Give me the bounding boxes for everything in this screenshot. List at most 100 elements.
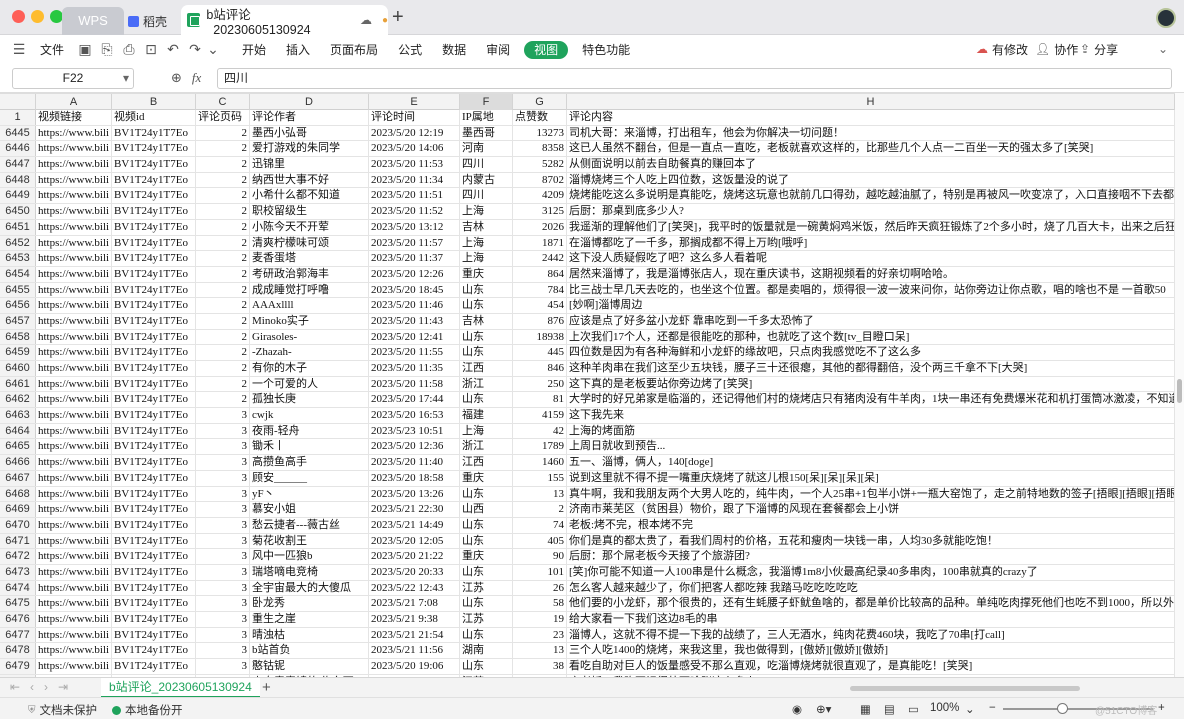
cell-f[interactable]: 上海 bbox=[460, 204, 513, 219]
row-number[interactable]: 6475 bbox=[0, 596, 36, 611]
cell-a[interactable]: https://www.bili bbox=[36, 659, 112, 674]
cell-b[interactable]: BV1T24y1T7Eo bbox=[112, 266, 196, 282]
row-number[interactable]: 6451 bbox=[0, 219, 36, 235]
zoom-out-button[interactable]: − bbox=[989, 702, 996, 714]
cell-b[interactable]: BV1T24y1T7Eo bbox=[112, 455, 196, 470]
cell-d[interactable]: 重生之崖 bbox=[250, 612, 369, 627]
cell-e[interactable]: 2023/5/20 21:22 bbox=[369, 549, 460, 564]
cell-g[interactable]: 846 bbox=[513, 361, 567, 376]
cell-a[interactable]: https://www.bili bbox=[36, 533, 112, 549]
row-number[interactable]: 6472 bbox=[0, 549, 36, 564]
cell-a[interactable]: https://www.bili bbox=[36, 361, 112, 376]
cell-d[interactable]: 考研政治郭海丰 bbox=[250, 266, 369, 282]
row-number[interactable]: 6473 bbox=[0, 564, 36, 580]
cell-d[interactable]: 愁云捷者---薇古丝 bbox=[250, 517, 369, 533]
cell-h[interactable]: 比三战士早几天去吃的，也坐这个位置。都是卖唱的，烦得很一波一波来问你，站你旁边让… bbox=[567, 282, 1175, 298]
row-number[interactable]: 6474 bbox=[0, 580, 36, 596]
formula-input[interactable]: 四川 bbox=[217, 68, 1172, 89]
cell-b[interactable]: BV1T24y1T7Eo bbox=[112, 423, 196, 439]
cell-b[interactable]: BV1T24y1T7Eo bbox=[112, 596, 196, 611]
cell-g[interactable]: 13 bbox=[513, 643, 567, 659]
cell-g[interactable]: 1871 bbox=[513, 235, 567, 251]
cell-b[interactable]: BV1T24y1T7Eo bbox=[112, 298, 196, 313]
cell-g[interactable]: 19 bbox=[513, 612, 567, 627]
cell-a[interactable]: https://www.bili bbox=[36, 219, 112, 235]
cell-h[interactable]: 他们要的小龙虾，那个很贵的，还有生蚝腰子虾鱿鱼啥的，都是单价比较高的品种。单纯吃… bbox=[567, 596, 1175, 611]
cell-f[interactable]: 浙江 bbox=[460, 439, 513, 455]
row-number[interactable]: 6445 bbox=[0, 125, 36, 141]
cell-a[interactable]: https://www.bili bbox=[36, 188, 112, 204]
row-number[interactable]: 6470 bbox=[0, 517, 36, 533]
column-header-d[interactable]: D bbox=[250, 94, 369, 110]
cell-h[interactable]: 后厨：那桌到底多少人? bbox=[567, 204, 1175, 219]
cell-d[interactable]: 小陈今天不开荤 bbox=[250, 219, 369, 235]
cell-g[interactable]: 42 bbox=[513, 423, 567, 439]
column-title-b[interactable]: 视频id bbox=[112, 110, 196, 125]
row-number[interactable]: 6468 bbox=[0, 486, 36, 502]
column-title-g[interactable]: 点赞数 bbox=[513, 110, 567, 125]
preview-icon[interactable]: ⊡ bbox=[140, 41, 162, 58]
cell-h[interactable]: 我遥渐的理解他们了[笑哭]，我平时的饭量就是一碗黄焖鸡米饭，然后昨天疯狂锻炼了2… bbox=[567, 219, 1175, 235]
cell-a[interactable]: https://www.bili bbox=[36, 517, 112, 533]
cell-d[interactable]: 纳西世大事不好 bbox=[250, 172, 369, 188]
cell-f[interactable]: 重庆 bbox=[460, 266, 513, 282]
cell-a[interactable]: https://www.bili bbox=[36, 204, 112, 219]
row-number[interactable]: 6464 bbox=[0, 423, 36, 439]
cell-g[interactable]: 8702 bbox=[513, 172, 567, 188]
column-title-e[interactable]: 评论时间 bbox=[369, 110, 460, 125]
tab-data[interactable]: 数据 bbox=[432, 41, 476, 58]
row-number[interactable]: 6461 bbox=[0, 376, 36, 392]
cell-h[interactable]: 这下真的是老板要站你旁边烤了[笑哭] bbox=[567, 376, 1175, 392]
cell-d[interactable]: 高攒鱼高手 bbox=[250, 455, 369, 470]
cell-h[interactable]: 三个人吃1400的烧烤，来我这里，我也做得到，[傲娇][傲娇][傲娇] bbox=[567, 643, 1175, 659]
cell-f[interactable]: 山东 bbox=[460, 596, 513, 611]
row-number[interactable]: 6454 bbox=[0, 266, 36, 282]
row-number[interactable]: 6450 bbox=[0, 204, 36, 219]
cell-f[interactable]: 山东 bbox=[460, 627, 513, 643]
cell-c[interactable]: 3 bbox=[196, 455, 250, 470]
cell-c[interactable]: 2 bbox=[196, 376, 250, 392]
cell-b[interactable]: BV1T24y1T7Eo bbox=[112, 486, 196, 502]
cell-g[interactable]: 13 bbox=[513, 486, 567, 502]
cell-d[interactable]: AAAxllll bbox=[250, 298, 369, 313]
zoom-slider-knob[interactable] bbox=[1057, 703, 1068, 714]
cell-g[interactable]: 864 bbox=[513, 266, 567, 282]
cell-d[interactable]: 墨西小弘哥 bbox=[250, 125, 369, 141]
eye-protect-button[interactable]: ◉ bbox=[792, 702, 802, 716]
row-number[interactable]: 6465 bbox=[0, 439, 36, 455]
cell-d[interactable]: 瑞塔嘀电竞椅 bbox=[250, 564, 369, 580]
cell-h[interactable]: 这已人虽然不翻台，但是一直点一直吃，老板就喜欢这样的，比那些几个人点一二百坐一天… bbox=[567, 141, 1175, 157]
tab-page-layout[interactable]: 页面布局 bbox=[320, 41, 388, 58]
cell-f[interactable]: 内蒙古 bbox=[460, 172, 513, 188]
cell-b[interactable]: BV1T24y1T7Eo bbox=[112, 329, 196, 345]
page-view-button[interactable]: ▤ bbox=[884, 702, 895, 716]
cell-b[interactable]: BV1T24y1T7Eo bbox=[112, 502, 196, 517]
normal-view-button[interactable]: ▦ bbox=[860, 702, 871, 716]
cell-h[interactable]: 你们是真的都太贵了，看我们周村的价格，五花和瘦肉一块钱一串，人均30多就能吃饱！ bbox=[567, 533, 1175, 549]
minimize-window-button[interactable] bbox=[31, 10, 44, 23]
cell-c[interactable]: 2 bbox=[196, 298, 250, 313]
cell-e[interactable]: 2023/5/20 12:05 bbox=[369, 533, 460, 549]
cell-h[interactable]: 司机大哥：来淄博，打出租车，他会为你解决一切问题！ bbox=[567, 125, 1175, 141]
cell-a[interactable]: https://www.bili bbox=[36, 612, 112, 627]
collaborate-button[interactable]: 👤︎ 协作 bbox=[1035, 35, 1078, 63]
cell-a[interactable]: https://www.bili bbox=[36, 376, 112, 392]
cell-d[interactable]: 清爽柠檬味可颂 bbox=[250, 235, 369, 251]
cell-b[interactable]: BV1T24y1T7Eo bbox=[112, 157, 196, 172]
cell-f[interactable]: 山东 bbox=[460, 392, 513, 408]
cell-c[interactable]: 2 bbox=[196, 282, 250, 298]
column-header-g[interactable]: G bbox=[513, 94, 567, 110]
cell-g[interactable]: 2026 bbox=[513, 219, 567, 235]
cell-e[interactable]: 2023/5/20 12:26 bbox=[369, 266, 460, 282]
cell-h[interactable]: 真牛啊，我和我朋友两个大男人吃的，纯牛肉，一个人25串+1包半小饼+一瓶大窑饱了… bbox=[567, 486, 1175, 502]
column-header-e[interactable]: E bbox=[369, 94, 460, 110]
cell-f[interactable]: 福建 bbox=[460, 408, 513, 423]
row-number[interactable]: 6455 bbox=[0, 282, 36, 298]
cell-g[interactable]: 81 bbox=[513, 392, 567, 408]
cell-g[interactable]: 38 bbox=[513, 659, 567, 674]
cell-d[interactable]: -Zhazah- bbox=[250, 345, 369, 360]
avatar[interactable] bbox=[1156, 8, 1176, 28]
cell-c[interactable]: 3 bbox=[196, 549, 250, 564]
cell-c[interactable]: 2 bbox=[196, 313, 250, 329]
cell-g[interactable]: 26 bbox=[513, 580, 567, 596]
